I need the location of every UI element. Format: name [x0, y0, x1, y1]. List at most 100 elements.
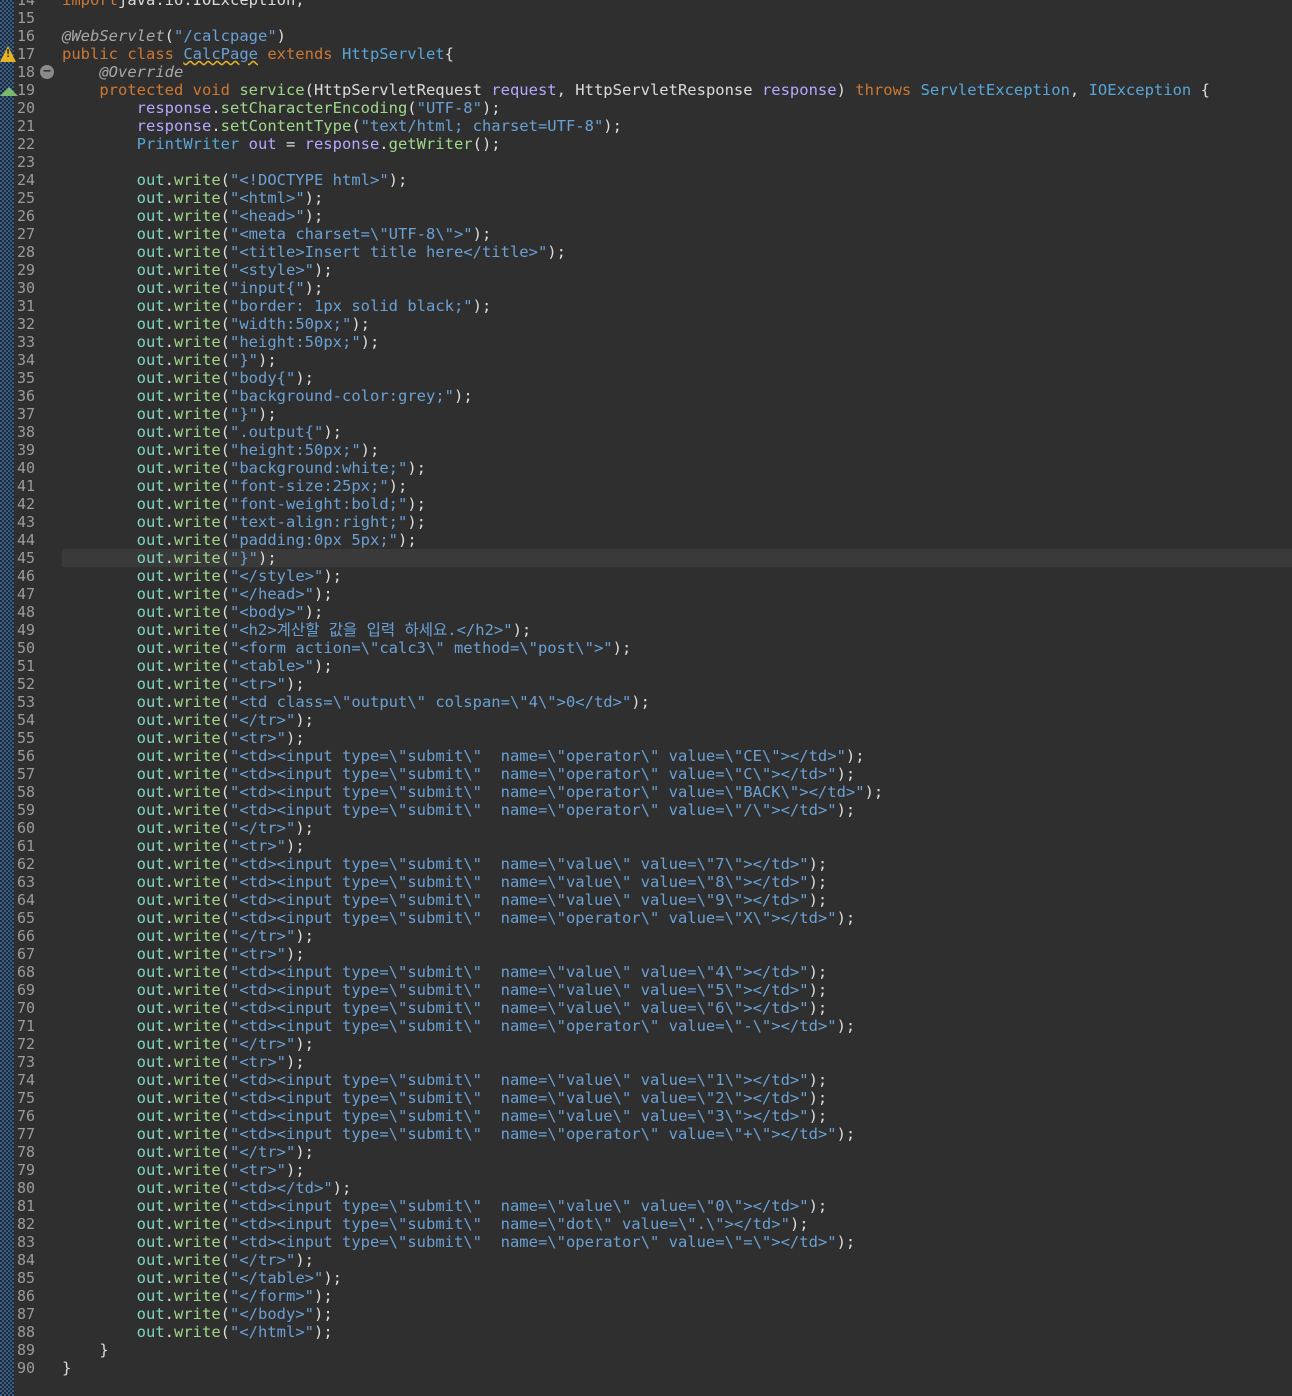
- code-token: out: [62, 855, 165, 873]
- code-line[interactable]: 17! public class CalcPage extends HttpSer…: [0, 45, 1292, 63]
- code-line[interactable]: 46 out.write("</style>");: [0, 567, 1292, 585]
- line-number: 68: [17, 963, 36, 981]
- code-line[interactable]: 52 out.write("<tr>");: [0, 675, 1292, 693]
- code-line[interactable]: 14 importjava.io.IOException;: [0, 0, 1292, 9]
- code-token: write: [174, 621, 221, 639]
- override-arrow-icon[interactable]: [0, 87, 18, 96]
- code-line[interactable]: 25 out.write("<html>");: [0, 189, 1292, 207]
- code-line[interactable]: 56 out.write("<td><input type=\"submit\"…: [0, 747, 1292, 765]
- code-line[interactable]: 33 out.write("height:50px;");: [0, 333, 1292, 351]
- code-line[interactable]: 28 out.write("<title>Insert title here</…: [0, 243, 1292, 261]
- code-line[interactable]: 80 out.write("<td></td>");: [0, 1179, 1292, 1197]
- code-line[interactable]: 86 out.write("</form>");: [0, 1287, 1292, 1305]
- code-token: write: [174, 1035, 221, 1053]
- code-line[interactable]: 36 out.write("background-color:grey;");: [0, 387, 1292, 405]
- code-token: .: [164, 1233, 174, 1251]
- line-number: 70: [17, 999, 36, 1017]
- code-line[interactable]: 62 out.write("<td><input type=\"submit\"…: [0, 855, 1292, 873]
- code-line[interactable]: 67 out.write("<tr>");: [0, 945, 1292, 963]
- code-line[interactable]: 78 out.write("</tr>");: [0, 1143, 1292, 1161]
- code-line[interactable]: 69 out.write("<td><input type=\"submit\"…: [0, 981, 1292, 999]
- code-line[interactable]: 61 out.write("<tr>");: [0, 837, 1292, 855]
- code-line[interactable]: 24 out.write("<!DOCTYPE html>");: [0, 171, 1292, 189]
- code-line[interactable]: 30 out.write("input{");: [0, 279, 1292, 297]
- code-line[interactable]: 60 out.write("</tr>");: [0, 819, 1292, 837]
- code-line[interactable]: 57 out.write("<td><input type=\"submit\"…: [0, 765, 1292, 783]
- code-line[interactable]: 22 PrintWriter out = response.getWriter(…: [0, 135, 1292, 153]
- code-text: out.write("font-weight:bold;");: [62, 495, 426, 513]
- code-line[interactable]: 63 out.write("<td><input type=\"submit\"…: [0, 873, 1292, 891]
- code-token: "<td><input type=\"submit\" name=\"value…: [230, 1071, 809, 1089]
- code-line[interactable]: 87 out.write("</body>");: [0, 1305, 1292, 1323]
- code-line[interactable]: 53 out.write("<td class=\"output\" colsp…: [0, 693, 1292, 711]
- code-token: );: [836, 765, 856, 783]
- code-token: out: [62, 1305, 165, 1323]
- code-line[interactable]: 40 out.write("background:white;");: [0, 459, 1292, 477]
- code-line[interactable]: 88 out.write("</html>");: [0, 1323, 1292, 1341]
- code-line[interactable]: 45 out.write("}");: [0, 549, 1292, 567]
- line-number: 60: [17, 819, 36, 837]
- code-line[interactable]: 15: [0, 9, 1292, 27]
- code-token: );: [286, 1053, 305, 1071]
- code-line[interactable]: 23: [0, 153, 1292, 171]
- code-line[interactable]: 18− @Override: [0, 63, 1292, 81]
- code-line[interactable]: 16 @WebServlet("/calcpage"): [0, 27, 1292, 45]
- code-line[interactable]: 44 out.write("padding:0px 5px;");: [0, 531, 1292, 549]
- code-line[interactable]: 29 out.write("<style>");: [0, 261, 1292, 279]
- code-token: write: [174, 1305, 221, 1323]
- code-line[interactable]: 38 out.write(".output{");: [0, 423, 1292, 441]
- code-line[interactable]: 35 out.write("body{");: [0, 369, 1292, 387]
- code-line[interactable]: 55 out.write("<tr>");: [0, 729, 1292, 747]
- code-line[interactable]: 32 out.write("width:50px;");: [0, 315, 1292, 333]
- code-line[interactable]: 75 out.write("<td><input type=\"submit\"…: [0, 1089, 1292, 1107]
- code-line[interactable]: 76 out.write("<td><input type=\"submit\"…: [0, 1107, 1292, 1125]
- code-line[interactable]: 50 out.write("<form action=\"calc3\" met…: [0, 639, 1292, 657]
- code-line[interactable]: 79 out.write("<tr>");: [0, 1161, 1292, 1179]
- code-line[interactable]: 85 out.write("</table>");: [0, 1269, 1292, 1287]
- code-line[interactable]: 68 out.write("<td><input type=\"submit\"…: [0, 963, 1292, 981]
- code-line[interactable]: 47 out.write("</head>");: [0, 585, 1292, 603]
- code-line[interactable]: 20 response.setCharacterEncoding("UTF-8"…: [0, 99, 1292, 117]
- code-line[interactable]: 84 out.write("</tr>");: [0, 1251, 1292, 1269]
- code-line[interactable]: 41 out.write("font-size:25px;");: [0, 477, 1292, 495]
- code-line[interactable]: 71 out.write("<td><input type=\"submit\"…: [0, 1017, 1292, 1035]
- code-line[interactable]: 58 out.write("<td><input type=\"submit\"…: [0, 783, 1292, 801]
- warning-icon[interactable]: !: [0, 46, 16, 62]
- code-line[interactable]: 31 out.write("border: 1px solid black;")…: [0, 297, 1292, 315]
- code-line[interactable]: 82 out.write("<td><input type=\"submit\"…: [0, 1215, 1292, 1233]
- code-line[interactable]: 72 out.write("</tr>");: [0, 1035, 1292, 1053]
- line-number: 30: [17, 279, 36, 297]
- code-line[interactable]: 54 out.write("</tr>");: [0, 711, 1292, 729]
- code-token: "<tr>": [230, 945, 287, 963]
- code-line[interactable]: 21 response.setContentType("text/html; c…: [0, 117, 1292, 135]
- code-line[interactable]: 64 out.write("<td><input type=\"submit\"…: [0, 891, 1292, 909]
- code-editor[interactable]: 14 importjava.io.IOException; 15 16 @WebServ…: [0, 0, 1292, 1396]
- code-line[interactable]: 90}: [0, 1359, 1292, 1377]
- code-token: );: [360, 333, 380, 351]
- code-token: );: [481, 99, 501, 117]
- code-line[interactable]: 27 out.write("<meta charset=\"UTF-8\">")…: [0, 225, 1292, 243]
- code-line[interactable]: 83 out.write("<td><input type=\"submit\"…: [0, 1233, 1292, 1251]
- code-line[interactable]: 59 out.write("<td><input type=\"submit\"…: [0, 801, 1292, 819]
- code-line[interactable]: 42 out.write("font-weight:bold;");: [0, 495, 1292, 513]
- code-line[interactable]: 26 out.write("<head>");: [0, 207, 1292, 225]
- code-line[interactable]: 51 out.write("<table>");: [0, 657, 1292, 675]
- code-line[interactable]: 43 out.write("text-align:right;");: [0, 513, 1292, 531]
- code-line[interactable]: 89 }: [0, 1341, 1292, 1359]
- code-line[interactable]: 48 out.write("<body>");: [0, 603, 1292, 621]
- code-line[interactable]: 37 out.write("}");: [0, 405, 1292, 423]
- code-line[interactable]: 81 out.write("<td><input type=\"submit\"…: [0, 1197, 1292, 1215]
- code-line[interactable]: 70 out.write("<td><input type=\"submit\"…: [0, 999, 1292, 1017]
- code-line[interactable]: 74 out.write("<td><input type=\"submit\"…: [0, 1071, 1292, 1089]
- code-line[interactable]: 19 protected void service(HttpServletReq…: [0, 81, 1292, 99]
- code-line[interactable]: 49 out.write("<h2>계산할 값을 입력 하세요.</h2>");: [0, 621, 1292, 639]
- fold-collapse-icon[interactable]: −: [40, 65, 54, 79]
- code-line[interactable]: 39 out.write("height:50px;");: [0, 441, 1292, 459]
- code-line[interactable]: 66 out.write("</tr>");: [0, 927, 1292, 945]
- code-line[interactable]: 73 out.write("<tr>");: [0, 1053, 1292, 1071]
- code-line[interactable]: 65 out.write("<td><input type=\"submit\"…: [0, 909, 1292, 927]
- code-line[interactable]: 34 out.write("}");: [0, 351, 1292, 369]
- code-line[interactable]: 77 out.write("<td><input type=\"submit\"…: [0, 1125, 1292, 1143]
- code-token: "<td><input type=\"submit\" name=\"value…: [230, 1197, 809, 1215]
- code-token: "<td><input type=\"submit\" name=\"opera…: [230, 801, 837, 819]
